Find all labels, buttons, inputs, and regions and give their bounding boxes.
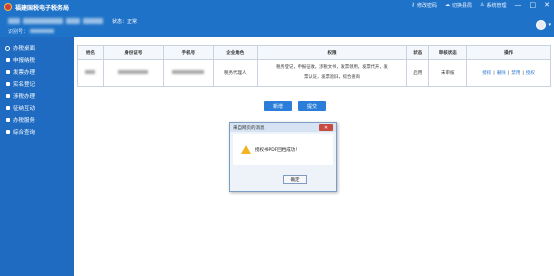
message-dialog: 来自网页的消息 ✕ 授权书PDF回档成功！ 确定 [229,122,337,192]
taxpayer-id-row: 识别号： [8,28,55,35]
col-header-id: 身份证号 [102,45,164,60]
warning-icon [241,145,251,154]
switch-county-link[interactable]: ☁ 切换县局 [445,2,472,9]
app-title-bar: 福建国税电子税务局 [4,2,69,12]
taxpayer-name-redacted [83,18,103,24]
authorize-link-2[interactable]: 授权 [526,71,535,76]
app-title: 福建国税电子税务局 [15,4,70,12]
taxpayer-status: 状态：正常 [112,18,138,25]
agent-table: 姓名 身份证号 手机号 企业角色 权限 状态 审核状态 操作 税务代理人 税务登… [77,45,551,87]
permissions-line: 票认证，发票验旧，综合查询 [304,75,360,80]
sidebar-item-service[interactable]: 办税服务 [0,114,74,126]
taxpayer-name-row: 状态：正常 [8,16,137,26]
top-links: ⚷ 修改密码 ☁ 切换县局 ♙ 系统管理 — □ ✕ [411,1,550,9]
table-row: 税务代理人 税务登记，申报征收，涉税文书，发票领用，发票代开，发 票认证，发票验… [77,59,551,87]
cell-name [77,59,104,87]
taxpayer-name-redacted [23,18,63,24]
submit-button[interactable]: 提交 [298,101,326,111]
sidebar: 办税桌面 申报纳税 发票办理 实名登记 涉税办理 征纳互动 办税服务 综合查询 [0,37,74,276]
cell-permissions: 税务登记，申报征收，涉税文书，发票领用，发票代开，发 票认证，发票验旧，综合查询 [256,59,408,87]
cell-status: 启用 [406,59,430,87]
col-header-review: 审核状态 [428,45,468,60]
bullet-icon [6,82,10,86]
chevron-down-icon[interactable]: ▾ [548,22,551,28]
home-icon [5,45,10,51]
sidebar-item-invoice[interactable]: 发票办理 [0,66,74,78]
bullet-icon [6,70,10,74]
user-icon: ♙ [480,2,485,8]
authorize-link[interactable]: 授权 [482,71,491,76]
action-buttons: 新增 提交 [264,101,326,111]
dialog-ok-button[interactable]: 确定 [283,175,307,184]
table-header-row: 姓名 身份证号 手机号 企业角色 权限 状态 审核状态 操作 [77,45,551,60]
cell-phone [162,59,214,87]
taxpayer-id-label: 识别号： [8,29,29,35]
col-header-status: 状态 [406,45,430,60]
sidebar-item-interaction[interactable]: 征纳互动 [0,102,74,114]
id-redacted [118,70,149,74]
dialog-message: 授权书PDF回档成功！ [255,147,300,153]
cell-id [102,59,164,87]
bullet-icon [6,106,10,110]
minimize-button[interactable]: — [515,1,522,9]
cloud-icon: ☁ [444,2,450,8]
system-admin-link[interactable]: ♙ 系统管理 [480,2,507,9]
bullet-icon [6,118,10,122]
taxpayer-name-redacted [8,18,20,24]
dialog-close-button[interactable]: ✕ [319,124,333,131]
sidebar-item-realname[interactable]: 实名登记 [0,78,74,90]
cell-review: 未审核 [428,59,468,87]
delete-link[interactable]: 删除 [497,71,506,76]
cell-role: 税务代理人 [212,59,258,87]
sidebar-item-declare[interactable]: 申报纳税 [0,54,74,66]
change-password-link[interactable]: ⚷ 修改密码 [411,2,437,9]
col-header-actions: 操作 [466,45,551,60]
taxpayer-name-redacted [66,18,80,24]
permissions-line: 税务登记，申报征收，涉税文书，发票领用，发票代开，发 [276,65,388,70]
dialog-body: 授权书PDF回档成功！ [233,134,333,165]
bullet-icon [6,58,10,62]
col-header-permissions: 权限 [256,45,408,60]
close-window-button[interactable]: ✕ [544,1,550,9]
cell-actions: 授权 | 删除 | 禁用 | 授权 [466,59,551,87]
add-button[interactable]: 新增 [264,101,292,111]
sidebar-item-tax-affairs[interactable]: 涉税办理 [0,90,74,102]
col-header-role: 企业角色 [212,45,258,60]
user-avatar[interactable] [536,20,546,30]
phone-redacted [172,70,205,74]
tax-logo-icon [4,3,12,11]
bullet-icon [6,94,10,98]
bullet-icon [6,130,10,134]
taxpayer-id-redacted [30,29,55,33]
key-icon: ⚷ [411,2,415,8]
col-header-name: 姓名 [77,45,104,60]
col-header-phone: 手机号 [162,45,214,60]
name-redacted [85,70,96,74]
disable-link[interactable]: 禁用 [511,71,520,76]
sidebar-item-query[interactable]: 综合查询 [0,126,74,138]
sidebar-item-desktop[interactable]: 办税桌面 [0,42,74,54]
maximize-button[interactable]: □ [530,1,537,9]
app-header: 福建国税电子税务局 ⚷ 修改密码 ☁ 切换县局 ♙ 系统管理 — □ ✕ 状态：… [0,0,554,37]
